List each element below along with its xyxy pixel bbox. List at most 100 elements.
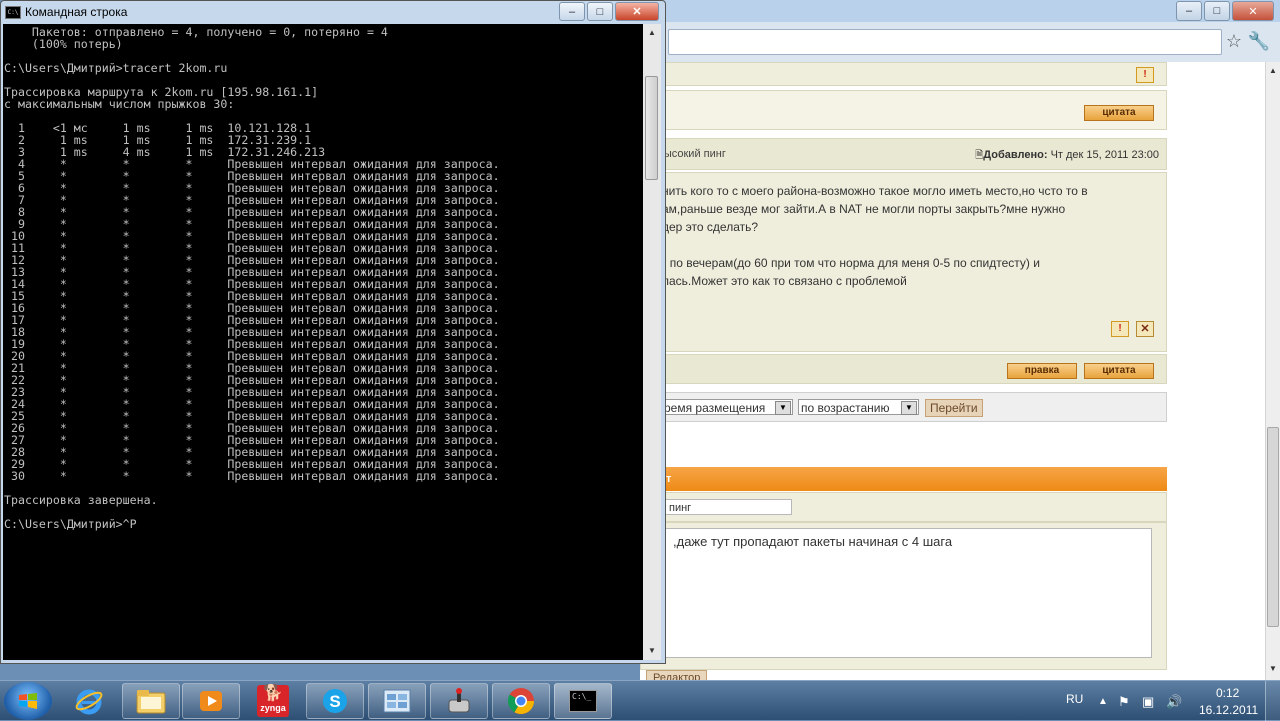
posted-date: Чт дек 15, 2011 23:00 — [1050, 149, 1159, 161]
sort-bar: ремя размещения ▼ по возрастанию ▼ Перей… — [640, 392, 1167, 422]
console-line: C:\Users\Дмитрий>^P — [4, 517, 137, 531]
edit-button[interactable]: правка — [1007, 363, 1077, 379]
explorer-icon — [136, 690, 166, 714]
star-icon[interactable]: ☆ — [1226, 32, 1242, 50]
game-controller-icon — [448, 688, 470, 713]
cmd-minimize-button[interactable]: – — [559, 2, 585, 21]
chrome-icon — [507, 688, 535, 715]
media-player-icon — [200, 691, 222, 711]
message-textarea[interactable]: ,даже тут пропадают пакеты начиная с 4 ш… — [662, 528, 1152, 658]
volume-icon[interactable]: 🔊 — [1166, 695, 1182, 709]
scroll-up-icon[interactable]: ▲ — [1266, 64, 1280, 78]
cmd-close-button[interactable]: ✕ — [615, 2, 659, 21]
zynga-icon: 🐕 zynga — [257, 685, 289, 717]
subject-input[interactable]: пинг — [662, 499, 792, 515]
taskbar: 🐕 zynga S C:\_ RU ▲ ⚑ ▣ 🔊 0:12 16.12.201… — [0, 680, 1280, 721]
taskbar-skype[interactable]: S — [306, 683, 364, 719]
chevron-down-icon: ▼ — [775, 401, 791, 415]
post-footer-bar: цитата — [640, 90, 1167, 130]
browser-maximize-button[interactable]: □ — [1204, 1, 1230, 21]
browser-close-button[interactable]: ✕ — [1232, 1, 1274, 21]
maximize-icon: □ — [1213, 5, 1221, 17]
reply-header: ет — [640, 467, 1167, 491]
close-icon: ✕ — [1248, 5, 1258, 18]
language-indicator[interactable]: RU — [1066, 692, 1083, 706]
forum-page: ! цитата высокий пинг 🗎Добавлено: Чт дек… — [640, 62, 1167, 680]
console-text: Пакетов: отправлено = 4, получено = 0, п… — [4, 26, 500, 530]
post-actions-bar: правка цитата — [640, 354, 1167, 384]
post-line: г по вечерам(до 60 при том что норма для… — [662, 256, 1040, 270]
cmd-titlebar[interactable]: C:\ Командная строка – □ ✕ — [1, 1, 665, 23]
browser-minimize-button[interactable]: – — [1176, 1, 1202, 21]
posted-label: Добавлено: — [983, 149, 1048, 161]
report-icon[interactable]: ! — [1136, 67, 1154, 83]
go-button[interactable]: Перейти — [925, 399, 983, 417]
console-line: с максимальным числом прыжков 30: — [4, 97, 235, 111]
post-header-bar: ! — [640, 62, 1167, 86]
network-icon[interactable]: ▣ — [1142, 695, 1154, 709]
cmd-icon: C:\_ — [569, 690, 597, 712]
skype-icon: S — [323, 689, 347, 713]
quote-button[interactable]: цитата — [1084, 105, 1154, 121]
browser-scroll-thumb[interactable] — [1267, 427, 1279, 627]
taskbar-game-controller[interactable] — [430, 683, 488, 719]
console-output[interactable]: Пакетов: отправлено = 4, получено = 0, п… — [3, 24, 643, 660]
browser-titlebar: – □ ✕ — [640, 0, 1280, 22]
post-line: дер это сделать? — [662, 220, 759, 234]
post-body: нить кого то с моего района-возможно так… — [662, 182, 1162, 290]
taskbar-ie[interactable] — [60, 683, 118, 719]
taskbar-media-player[interactable] — [182, 683, 240, 719]
sort-field-value: ремя размещения — [664, 401, 766, 415]
cmd-window: C:\ Командная строка – □ ✕ Пакетов: отпр… — [0, 0, 666, 664]
console-line: Трассировка завершена. — [4, 493, 158, 507]
post-line: лась.Может это как то связано с проблемо… — [662, 274, 907, 288]
ie-icon — [75, 689, 103, 715]
cmd-scroll-thumb[interactable] — [645, 76, 658, 180]
clock-time[interactable]: 0:12 — [1216, 686, 1239, 700]
browser-window: – □ ✕ ☆ 🔧 ! цитата высокий пинг 🗎Добавле… — [640, 0, 1280, 680]
browser-scrollbar[interactable]: ▲ ▼ — [1265, 62, 1280, 680]
windows-logo-icon — [19, 693, 37, 709]
clock-date[interactable]: 16.12.2011 — [1199, 703, 1258, 717]
sort-order-select[interactable]: по возрастанию ▼ — [798, 399, 919, 415]
report-icon[interactable]: ! — [1111, 321, 1129, 337]
post-line: нить кого то с моего района-возможно так… — [662, 184, 1088, 198]
zynga-label: zynga — [260, 703, 286, 713]
action-center-flag-icon[interactable]: ⚑ — [1118, 695, 1130, 709]
scroll-up-icon[interactable]: ▲ — [644, 26, 660, 40]
scroll-down-icon[interactable]: ▼ — [1266, 662, 1280, 676]
address-bar[interactable] — [668, 29, 1222, 55]
post-meta: 🗎Добавлено: Чт дек 15, 2011 23:00 — [975, 148, 1159, 165]
start-button[interactable] — [4, 682, 52, 720]
browser-toolbar: ☆ 🔧 — [640, 22, 1280, 62]
page-right-margin — [1174, 62, 1265, 680]
chevron-down-icon: ▼ — [901, 401, 917, 415]
taskbar-chrome[interactable] — [492, 683, 550, 719]
cmd-maximize-button[interactable]: □ — [587, 2, 613, 21]
tray-expand-icon[interactable]: ▲ — [1098, 695, 1108, 709]
console-line: (100% потерь) — [4, 37, 123, 51]
wrench-icon[interactable]: 🔧 — [1248, 32, 1270, 50]
control-panel-icon — [383, 689, 411, 713]
minimize-icon: – — [1185, 5, 1193, 17]
scroll-down-icon[interactable]: ▼ — [644, 644, 660, 658]
show-desktop-button[interactable] — [1265, 681, 1280, 721]
taskbar-cmd[interactable]: C:\_ — [554, 683, 612, 719]
editor-button[interactable]: Редактор — [646, 670, 708, 680]
cmd-title: Командная строка — [25, 5, 128, 19]
quote-button[interactable]: цитата — [1084, 363, 1154, 379]
console-line: C:\Users\Дмитрий>tracert 2kom.ru — [4, 61, 228, 75]
minimize-icon: – — [568, 5, 576, 18]
dog-icon: 🐕 — [263, 685, 283, 702]
sort-field-select[interactable]: ремя размещения ▼ — [661, 399, 793, 415]
sort-order-value: по возрастанию — [801, 401, 890, 415]
delete-icon[interactable]: ✕ — [1136, 321, 1154, 337]
post-line: ам,раньше везде мог зайти.А в NAT не мог… — [662, 202, 1066, 216]
post-line — [662, 236, 1162, 254]
close-icon: ✕ — [632, 6, 642, 18]
taskbar-zynga[interactable]: 🐕 zynga — [244, 683, 302, 719]
console-line: 30 * * * Превышен интервал ожидания для … — [4, 469, 500, 483]
cmd-scrollbar[interactable]: ▲ ▼ — [643, 24, 661, 660]
taskbar-explorer[interactable] — [122, 683, 180, 719]
taskbar-control-panel[interactable] — [368, 683, 426, 719]
